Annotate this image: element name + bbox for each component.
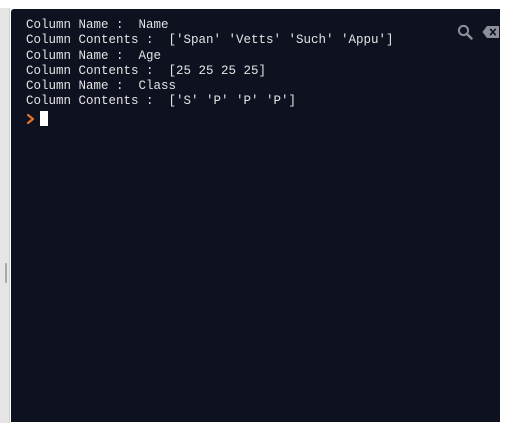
clear-console-button[interactable] xyxy=(482,25,500,43)
console-panel[interactable]: Column Name : Name Column Contents : ['Sp… xyxy=(11,9,500,422)
console-line: Column Contents : [25 25 25 25] xyxy=(26,63,267,78)
console-toolbar xyxy=(456,24,500,45)
console-line: Column Name : Name xyxy=(26,18,169,32)
console-line: Column Contents : ['S' 'P' 'P' 'P'] xyxy=(26,94,297,109)
text-cursor[interactable] xyxy=(40,110,48,126)
console-line: Column Contents : ['Span' 'Vetts' 'Such'… xyxy=(26,33,394,48)
chevron-right-icon xyxy=(26,112,36,125)
clear-backspace-icon xyxy=(482,25,500,44)
console-line: Column Name : Class xyxy=(26,79,177,94)
search-icon xyxy=(457,24,473,45)
panel-splitter[interactable] xyxy=(0,8,10,423)
console-prompt[interactable] xyxy=(26,110,48,126)
console-line: Column Name : Age xyxy=(26,48,162,63)
console-output: Column Name : Name Column Contents : ['Sp… xyxy=(26,18,394,110)
splitter-grip-handle[interactable] xyxy=(5,263,7,283)
search-button[interactable] xyxy=(456,24,474,45)
app-frame: Column Name : Name Column Contents : ['Sp… xyxy=(0,0,506,425)
